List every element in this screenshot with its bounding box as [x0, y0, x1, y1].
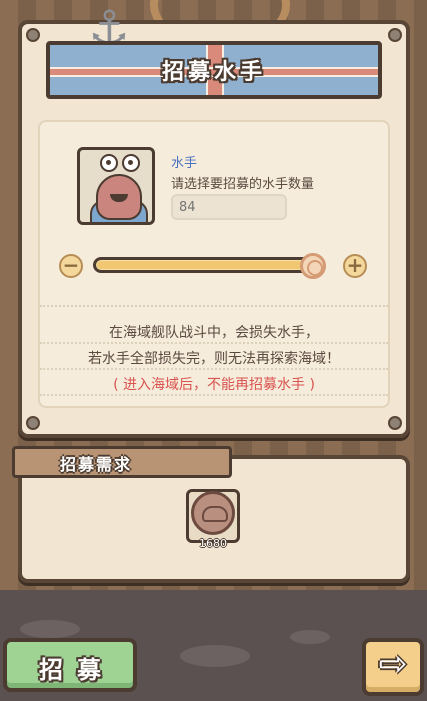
notice-line-1: 在海域舰队战斗中，会损失水手，	[109, 325, 319, 341]
recruit-button-label[interactable]: 招募	[3, 650, 137, 685]
minus-button[interactable]: −	[59, 254, 83, 278]
bolt-icon	[388, 28, 402, 42]
sailor-name: 水手	[171, 156, 198, 171]
bolt-icon	[388, 416, 402, 430]
divider	[40, 305, 388, 307]
bolt-icon	[26, 28, 40, 42]
divider	[40, 394, 388, 396]
divider	[40, 368, 388, 370]
coin-icon	[191, 491, 235, 535]
sailor-portrait	[77, 147, 155, 225]
sailor-eye	[122, 154, 140, 172]
arrow-right-icon[interactable]: ⇨	[362, 644, 424, 684]
quantity-input[interactable]	[171, 194, 287, 220]
quantity-slider[interactable]	[93, 257, 325, 273]
slider-fill	[97, 261, 321, 269]
title-banner: 招募水手	[46, 41, 382, 99]
notice-warning: ( 进入海域后，不能再招募水手 )	[113, 377, 315, 393]
minus-icon: −	[62, 253, 80, 277]
sailor-eye	[100, 154, 118, 172]
plus-button[interactable]: +	[343, 254, 367, 278]
coin-amount: 1680	[199, 537, 227, 550]
divider	[40, 342, 388, 344]
bolt-icon	[26, 416, 40, 430]
slider-knob[interactable]	[300, 253, 326, 279]
notice-line-2: 若水手全部损失完，则无法再探索海域！	[88, 351, 340, 367]
requirement-title: 招募需求	[60, 455, 133, 474]
quantity-prompt: 请选择要招募的水手数量	[171, 177, 315, 192]
dialog-title: 招募水手	[161, 60, 266, 85]
plus-icon: +	[346, 253, 364, 277]
